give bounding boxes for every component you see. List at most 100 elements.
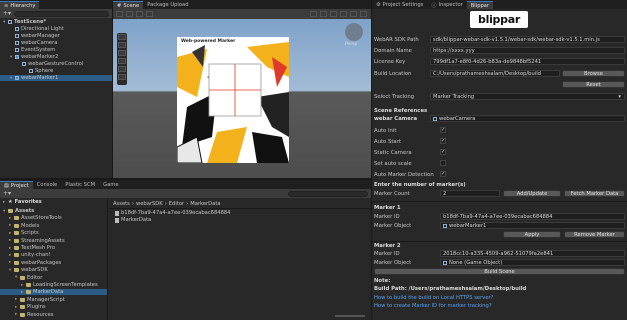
unity-scene-icon [8,20,12,24]
project-folder-item[interactable]: ▾ Assets [0,208,107,214]
project-folder-item[interactable]: ▸ LoadingScreenTemplates [0,282,107,288]
tab-console[interactable]: Console [33,181,62,189]
set-auto-scale-checkbox[interactable] [440,160,446,166]
project-folder-item[interactable]: ▸ StreamingAssets [0,238,107,244]
project-folder-label: AssetStoreTools [21,215,62,222]
project-search-input[interactable] [288,190,368,197]
tab-project-settings[interactable]: ⚙ Project Settings [372,1,427,9]
marker2-id-field[interactable]: 2018cc10-a335-4509-a962-51079fa2e841 [440,250,625,257]
project-content: Assets › webarSDK › Editor › MarkerData b18df-… [109,198,371,320]
gear-icon: ⚙ [376,2,381,8]
breadcrumb-item[interactable]: MarkerData [190,201,220,207]
marker-id-help-link[interactable]: How to create Marker ID for marker track… [374,303,492,309]
scale-gizmo-icon[interactable] [118,58,126,64]
project-folder-item[interactable]: ▸ Models [0,223,107,229]
tracking-dropdown[interactable]: Marker Tracking ▾ [430,93,625,100]
add-icon[interactable]: +▾ [3,10,11,17]
build-scene-button[interactable]: Build Scene [374,268,625,275]
rotate-gizmo-icon[interactable] [118,50,126,56]
move-tool-icon[interactable] [126,11,133,17]
marker1-id-field[interactable]: b18df-7ba9-47a4-a7ee-039ecabac684884 [440,213,625,220]
zoom-slider[interactable] [335,315,365,317]
transform-gizmo-icon[interactable] [118,74,126,80]
tab-blippar[interactable]: Blippar [466,1,494,9]
scene-orientation-gizmo[interactable]: Persp [345,23,363,47]
marker-count-field[interactable]: 2 [440,190,500,197]
build-location-field[interactable]: C:/Users/prathameshsalam/Desktop/build [430,70,560,77]
favorites-header[interactable]: ▸ ★ Favorites [0,199,107,205]
hierarchy-item-label: webarGestureControl [28,61,84,67]
project-folder-item[interactable]: ▸ MarkerData [0,289,107,296]
marker2-object-field[interactable]: None (Game Object) [440,259,625,266]
scene-viewport[interactable]: Persp Web-powered Marker [113,19,371,178]
camera-icon[interactable] [360,11,367,17]
rotate-tool-icon[interactable] [136,11,143,17]
tab-package-upload[interactable]: Package Upload [143,1,192,9]
tab-project[interactable]: ▤ Project [0,181,33,189]
folder-icon [14,238,19,243]
auto-start-checkbox[interactable]: ✓ [440,138,446,144]
remove-marker-button[interactable]: Remove Marker [564,231,625,238]
breadcrumb-item[interactable]: webarSDK [136,201,163,207]
marker1-object-field[interactable]: webarMarker1 [440,222,625,229]
pivot-icon[interactable] [146,11,153,17]
hierarchy-item[interactable]: ▾ webarMarker2 [0,54,112,60]
hierarchy-item[interactable]: Sphere [0,68,112,74]
add-asset-icon[interactable]: +▾ [3,190,11,197]
hierarchy-scene-row[interactable]: ▾ TestScene* [0,19,112,25]
effects-icon[interactable] [340,11,347,17]
browse-button[interactable]: Browse [562,70,625,77]
tab-scene[interactable]: # Scene [113,1,144,9]
hierarchy-item[interactable]: webarManager [0,33,112,39]
tab-plastic-scm[interactable]: Plastic SCM [61,181,99,189]
project-folder-item[interactable]: ▸ AssetStoreTools [0,215,107,221]
move-gizmo-icon[interactable] [118,42,126,48]
breadcrumb-item[interactable]: Assets [113,201,130,207]
breadcrumb-item[interactable]: Editor [169,201,184,207]
sdk-path-label: WebAR SDK Path [374,37,419,43]
gizmos-icon[interactable] [350,11,357,17]
project-folder-item[interactable]: ▸ Scripts [0,230,107,236]
rect-gizmo-icon[interactable] [118,66,126,72]
hierarchy-item[interactable]: ▾ webarMarker1 [0,75,112,81]
local-https-help-link[interactable]: How to build the build on Local HTTPS se… [374,295,493,301]
project-folder-item[interactable]: ▸ Plugins [0,304,107,310]
chevron-right-icon: › [186,200,189,207]
file-item-marker-id[interactable]: b18df-7ba9-47a4-a7ee-039ecabac684884 [109,210,371,216]
domain-name-field[interactable]: https://xxxx.yyy [430,47,625,54]
tab-game[interactable]: Game [99,181,122,189]
fetch-marker-data-button[interactable]: Fetch Marker Data [564,190,625,197]
license-key-field[interactable]: 799df1a7-e8f0-4d26-b83a-de9848bf5241 [430,58,625,65]
project-folder-item[interactable]: ▸ unity-chan! [0,252,107,258]
project-folder-item[interactable]: ▸ TextMesh Pro [0,245,107,251]
webar-camera-field[interactable]: webarCamera [430,115,625,122]
hand-tool-icon[interactable] [116,11,123,17]
file-item-markerdata[interactable]: MarkerData [109,217,371,223]
project-folder-item[interactable]: ▾ webarSDK [0,267,107,273]
static-camera-checkbox[interactable]: ✓ [440,149,446,155]
folder-icon [14,253,19,258]
hierarchy-item[interactable]: EventSystem [0,47,112,53]
tab-hierarchy[interactable]: ≡ Hierarchy [0,1,40,9]
view-tool-icon[interactable] [118,34,126,40]
reset-button[interactable]: Reset [562,81,625,88]
gameobject-icon [443,223,447,228]
project-folder-item[interactable]: ▾ Editor [0,275,107,281]
hierarchy-item[interactable]: webarGestureControl [0,61,112,67]
hierarchy-search-input[interactable] [14,10,109,17]
hierarchy-item[interactable]: webarCamera [0,40,112,46]
sdk-path-field[interactable]: sdk/blippar-webar-sdk-v1.5.1/webar-sdk/w… [430,36,625,43]
audio-toggle-icon[interactable] [330,11,337,17]
2d-toggle-icon[interactable] [310,11,317,17]
add-update-button[interactable]: Add/Update [503,190,561,197]
folder-icon [14,246,19,250]
project-folder-item[interactable]: ▸ ManagerScript [0,297,107,303]
project-folder-item[interactable]: ▸ Resources [0,312,107,318]
auto-init-checkbox[interactable]: ✓ [440,127,446,133]
auto-marker-detection-checkbox[interactable]: ✓ [440,171,446,177]
project-folder-item[interactable]: ▸ webarPackages [0,260,107,266]
apply-button[interactable]: Apply [503,231,561,238]
lighting-toggle-icon[interactable] [320,11,327,17]
tab-inspector[interactable]: ⓘ Inspector [427,1,466,9]
hierarchy-item[interactable]: Directional Light [0,26,112,32]
